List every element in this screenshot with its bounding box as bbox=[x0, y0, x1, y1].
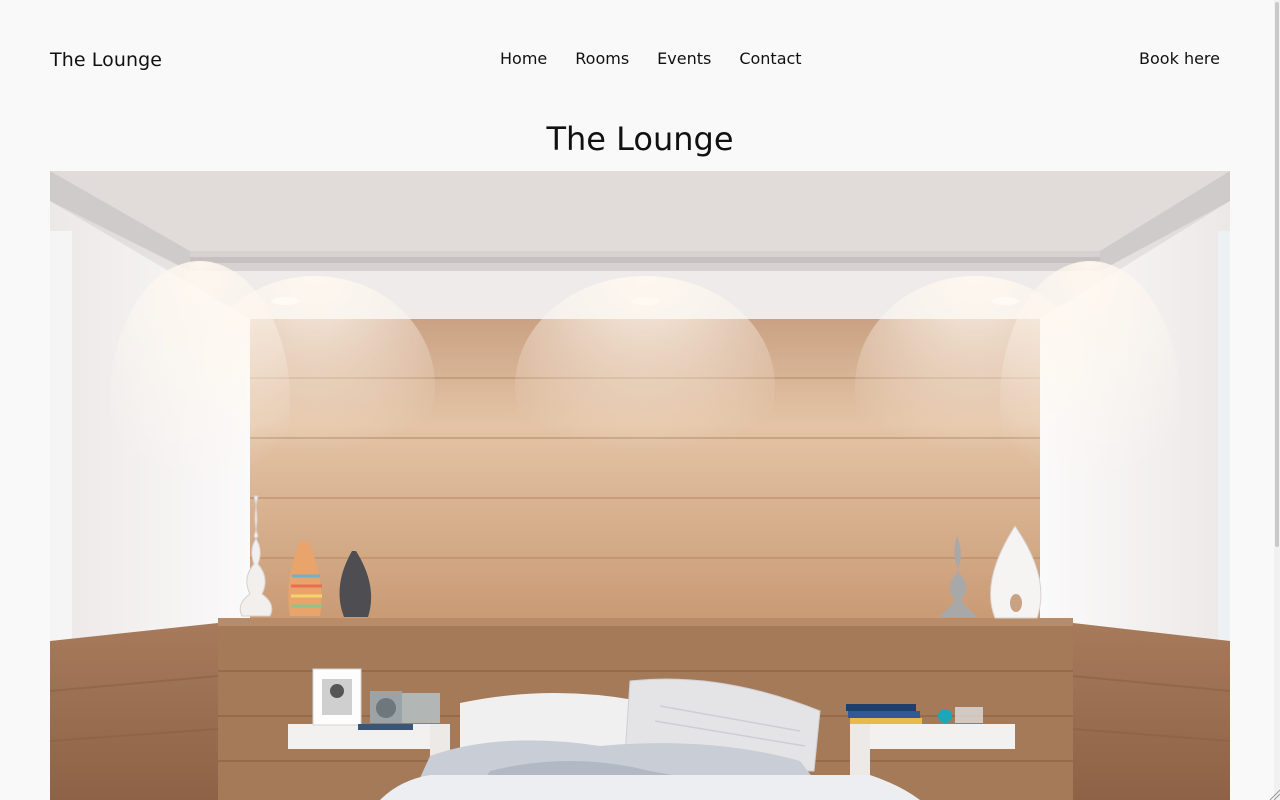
nav-link-contact[interactable]: Contact bbox=[739, 49, 801, 68]
page-title: The Lounge bbox=[546, 120, 734, 158]
brand-logo-text[interactable]: The Lounge bbox=[50, 49, 162, 71]
nav-link-events[interactable]: Events bbox=[657, 49, 711, 68]
bedroom-photo-illustration bbox=[50, 171, 1230, 800]
main-nav: Home Rooms Events Contact bbox=[500, 49, 802, 68]
nav-link-home[interactable]: Home bbox=[500, 49, 547, 68]
site-header: The Lounge Home Rooms Events Contact Boo… bbox=[0, 0, 1280, 110]
scrollbar-thumb[interactable] bbox=[1275, 2, 1279, 547]
hero-image bbox=[50, 171, 1230, 800]
page-scrollbar[interactable] bbox=[1274, 0, 1280, 800]
nav-link-rooms[interactable]: Rooms bbox=[575, 49, 629, 68]
resize-grip-icon[interactable] bbox=[1268, 788, 1280, 800]
book-here-link[interactable]: Book here bbox=[1139, 49, 1220, 68]
